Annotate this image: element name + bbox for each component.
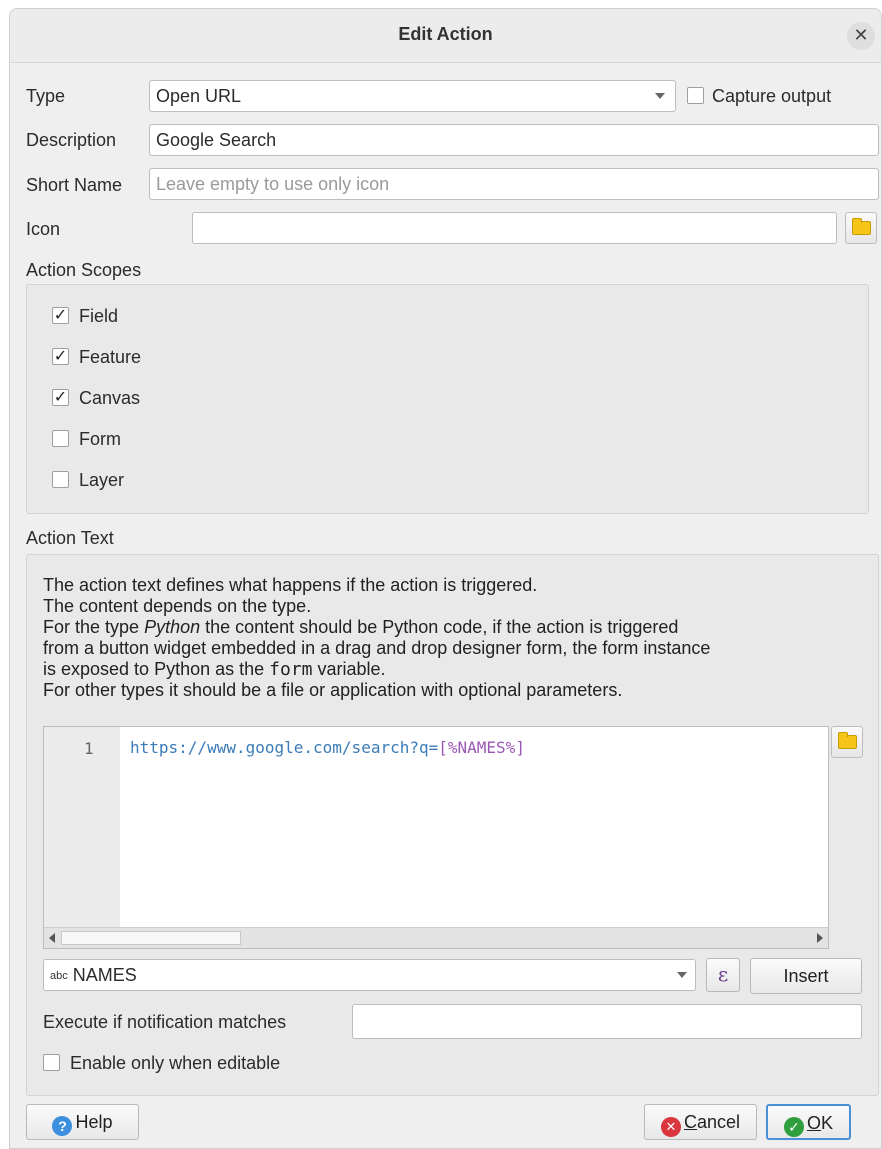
- code-line[interactable]: https://www.google.com/search?q=[%NAMES%…: [130, 738, 525, 757]
- help-button[interactable]: ? Help: [26, 1104, 139, 1140]
- icon-label: Icon: [26, 219, 61, 239]
- short-name-label: Short Name: [26, 175, 123, 195]
- ok-button[interactable]: ✓ OK: [766, 1104, 851, 1140]
- ok-check-icon: ✓: [783, 1117, 804, 1137]
- help-line: from a button widget embedded in a drag …: [43, 638, 711, 658]
- scope-field-label: Field: [79, 306, 119, 326]
- horizontal-scrollbar[interactable]: [44, 927, 828, 948]
- cancel-button-label: ancel: [696, 1112, 741, 1132]
- enable-editable-checkbox[interactable]: [43, 1054, 60, 1071]
- field-combo-value: NAMES: [72, 965, 137, 985]
- scope-field-checkbox[interactable]: ✓: [52, 307, 69, 324]
- description-value: Google Search: [156, 130, 277, 150]
- ok-button-label: K: [821, 1113, 834, 1133]
- capture-output-checkbox[interactable]: [687, 87, 704, 104]
- close-icon: ✕: [853, 25, 869, 45]
- action-file-browse-button[interactable]: [831, 726, 863, 758]
- title-bar: Edit Action ✕: [10, 9, 881, 63]
- field-combobox[interactable]: abc NAMES: [43, 959, 696, 991]
- type-value: Open URL: [156, 86, 242, 106]
- scope-canvas-label: Canvas: [79, 388, 141, 408]
- cancel-button[interactable]: ✕ Cancel: [644, 1104, 757, 1140]
- help-line: The content depends on the type.: [43, 596, 312, 616]
- notification-input[interactable]: [352, 1004, 862, 1039]
- check-icon: ✓: [53, 307, 68, 324]
- insert-button-label: Insert: [783, 966, 829, 986]
- description-label: Description: [26, 130, 117, 150]
- dialog-title: Edit Action: [398, 24, 493, 44]
- scope-canvas-checkbox[interactable]: ✓: [52, 389, 69, 406]
- help-line: The action text defines what happens if …: [43, 575, 538, 595]
- ok-mnemonic: O: [806, 1113, 821, 1133]
- folder-icon: [838, 732, 857, 749]
- string-field-icon: abc: [50, 970, 68, 982]
- scrollbar-thumb[interactable]: [61, 931, 241, 945]
- capture-output-label: Capture output: [712, 86, 832, 106]
- help-line: is exposed to Python as the form variabl…: [43, 659, 386, 680]
- help-button-label: Help: [75, 1112, 113, 1132]
- icon-browse-button[interactable]: [845, 212, 877, 244]
- scroll-right-icon[interactable]: [817, 933, 823, 943]
- scope-form-checkbox[interactable]: [52, 430, 69, 447]
- short-name-input[interactable]: Leave empty to use only icon: [149, 168, 879, 200]
- description-input[interactable]: Google Search: [149, 124, 879, 156]
- edit-action-dialog: Edit Action ✕ Type Open URL Capture outp…: [9, 8, 882, 1149]
- chevron-down-icon: [655, 93, 665, 99]
- chevron-down-icon: [677, 972, 687, 978]
- notification-label: Execute if notification matches: [43, 1012, 287, 1032]
- scope-form-label: Form: [79, 429, 121, 449]
- help-line: For the type Python the content should b…: [43, 617, 679, 637]
- icon-path-input[interactable]: [192, 212, 837, 244]
- action-scopes-group: ✓ Field ✓ Feature ✓ Canvas Form Layer: [26, 284, 869, 514]
- scope-layer-label: Layer: [79, 470, 125, 490]
- line-number-gutter: 1: [44, 727, 120, 927]
- cancel-icon: ✕: [660, 1117, 681, 1137]
- folder-icon: [852, 218, 871, 235]
- cancel-mnemonic: C: [683, 1112, 697, 1132]
- action-text-help: The action text defines what happens if …: [43, 575, 873, 701]
- expression-button[interactable]: ε: [706, 958, 740, 992]
- scroll-left-icon[interactable]: [49, 933, 55, 943]
- help-line: For other types it should be a file or a…: [43, 680, 623, 700]
- epsilon-icon: ε: [717, 962, 729, 986]
- short-name-placeholder: Leave empty to use only icon: [156, 174, 390, 194]
- scope-layer-checkbox[interactable]: [52, 471, 69, 488]
- type-label: Type: [26, 86, 66, 106]
- action-code-editor[interactable]: 1 https://www.google.com/search?q=[%NAME…: [43, 726, 829, 949]
- scope-feature-checkbox[interactable]: ✓: [52, 348, 69, 365]
- type-combobox[interactable]: Open URL: [149, 80, 676, 112]
- line-number: 1: [84, 739, 94, 758]
- action-scopes-title: Action Scopes: [26, 260, 142, 280]
- scope-feature-label: Feature: [79, 347, 142, 367]
- help-icon: ?: [52, 1116, 73, 1136]
- insert-button[interactable]: Insert: [750, 958, 862, 994]
- check-icon: ✓: [53, 389, 68, 406]
- action-text-title: Action Text: [26, 528, 114, 548]
- check-icon: ✓: [53, 348, 68, 365]
- enable-editable-label: Enable only when editable: [70, 1053, 281, 1073]
- close-button[interactable]: ✕: [847, 22, 875, 50]
